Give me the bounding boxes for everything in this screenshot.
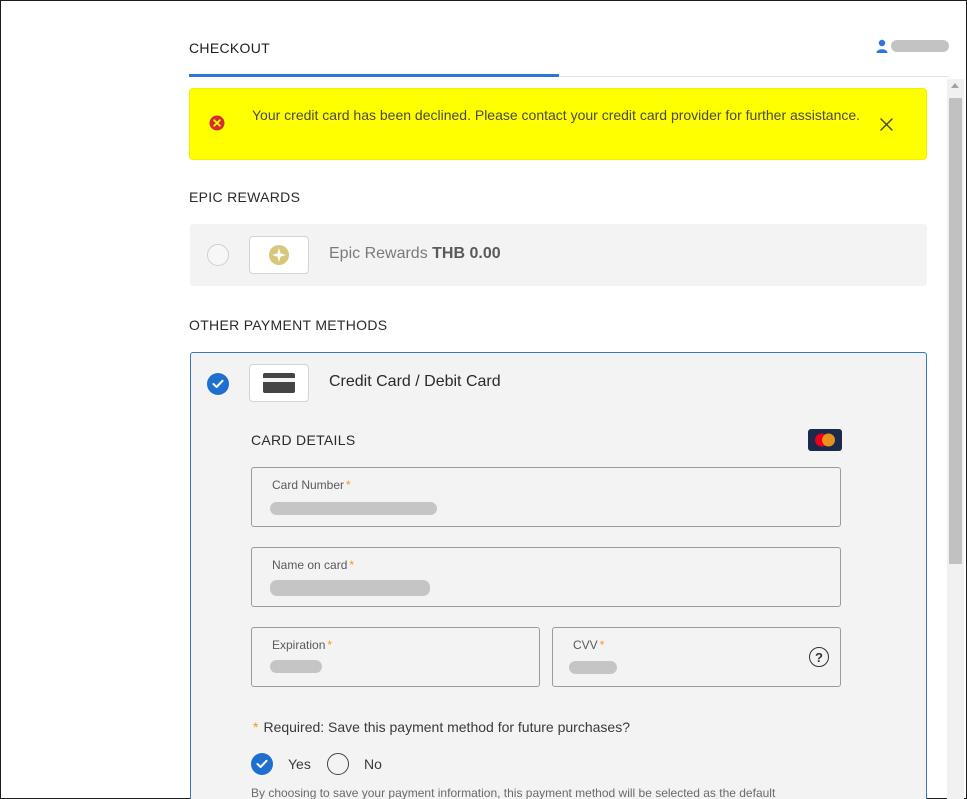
user-menu[interactable] — [876, 39, 949, 53]
page-title: CHECKOUT — [189, 40, 270, 56]
name-on-card-redacted — [270, 580, 430, 596]
close-icon — [879, 117, 893, 131]
card-details-title: CARD DETAILS — [251, 432, 356, 448]
cvv-label: CVV * — [573, 638, 605, 652]
name-on-card-label: Name on card * — [272, 558, 355, 572]
close-banner-button[interactable] — [876, 114, 896, 134]
mastercard-logo-icon — [808, 429, 842, 451]
check-icon — [212, 379, 224, 388]
error-icon — [209, 115, 225, 131]
epic-rewards-amount: THB 0.00 — [432, 245, 501, 262]
check-icon — [256, 759, 268, 768]
save-yes-label[interactable]: Yes — [288, 756, 311, 772]
save-no-radio[interactable] — [327, 753, 349, 775]
epic-rewards-label: Epic Rewards THB 0.00 — [329, 245, 501, 263]
credit-card-icon-box — [249, 364, 309, 402]
epic-rewards-radio[interactable] — [207, 244, 229, 266]
user-icon — [876, 39, 888, 53]
card-number-label: Card Number * — [272, 478, 351, 492]
error-message: Your credit card has been declined. Plea… — [252, 107, 861, 123]
scrollbar-thumb[interactable] — [949, 98, 962, 564]
expiration-redacted — [270, 660, 322, 673]
save-no-label[interactable]: No — [364, 756, 382, 772]
cvv-field[interactable]: CVV * ? — [552, 627, 841, 687]
save-yes-radio[interactable] — [251, 753, 273, 775]
epic-rewards-name: Epic Rewards — [329, 245, 428, 262]
scroll-up-arrow-icon[interactable] — [951, 83, 959, 88]
epic-rewards-option[interactable]: Epic Rewards THB 0.00 — [190, 224, 927, 286]
expiration-field[interactable]: Expiration * — [251, 627, 540, 687]
cvv-help-icon[interactable]: ? — [809, 647, 829, 667]
save-payment-note: By choosing to save your payment informa… — [251, 786, 776, 799]
cvv-redacted — [569, 661, 617, 674]
save-payment-question: * Required: Save this payment method for … — [253, 719, 630, 735]
card-number-redacted — [270, 502, 437, 515]
epic-rewards-icon-box — [249, 236, 309, 274]
other-payment-methods-title: OTHER PAYMENT METHODS — [189, 317, 388, 333]
credit-card-label: Credit Card / Debit Card — [329, 373, 501, 390]
name-on-card-field[interactable]: Name on card * — [251, 547, 841, 607]
user-name-redacted — [891, 40, 949, 52]
header-divider — [559, 76, 949, 77]
credit-card-option[interactable]: Credit Card / Debit Card CARD DETAILS Ca… — [190, 352, 927, 799]
epic-rewards-icon — [269, 245, 289, 265]
epic-rewards-title: EPIC REWARDS — [189, 189, 301, 205]
credit-card-icon — [263, 373, 295, 393]
expiration-label: Expiration * — [272, 638, 333, 652]
header-active-underline — [189, 74, 559, 77]
card-number-field[interactable]: Card Number * — [251, 467, 841, 527]
credit-card-radio[interactable] — [207, 373, 229, 395]
error-banner: Your credit card has been declined. Plea… — [190, 89, 926, 159]
